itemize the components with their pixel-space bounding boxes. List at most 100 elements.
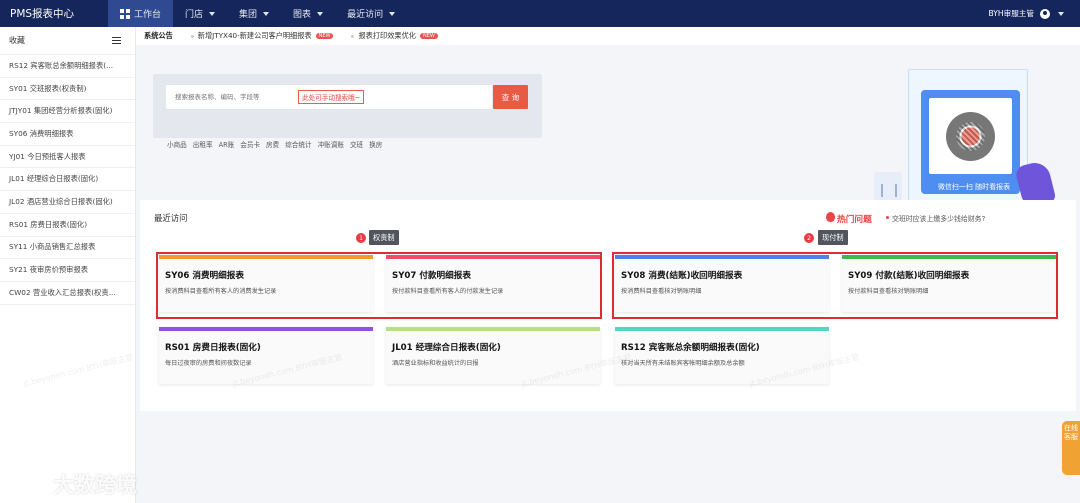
- report-card-description: 按付款科目查看核对销账明细: [848, 288, 929, 295]
- quick-link[interactable]: 冲账调账: [318, 139, 344, 149]
- nav-workbench[interactable]: 工作台: [108, 0, 174, 27]
- new-badge: NEW: [419, 33, 438, 39]
- search-box: 此处可手动搜索哦~: [166, 85, 492, 109]
- quick-link[interactable]: 小商品: [167, 139, 187, 149]
- user-menu[interactable]: BYH审服主管: [988, 8, 1080, 19]
- online-service-button[interactable]: 在线客服: [1062, 421, 1080, 475]
- app-brand: PMS报表中心: [10, 8, 75, 20]
- favorite-item[interactable]: SY06 消费明细报表: [0, 123, 135, 146]
- badge-number: 1: [356, 233, 366, 243]
- accrual-tag: 权责制: [369, 230, 399, 245]
- chevron-down-icon: [1058, 11, 1064, 16]
- logo-symbol-icon: [8, 472, 47, 496]
- report-card-description: 酒店营业指标和收益统计的日报: [392, 360, 479, 367]
- favorite-item[interactable]: JTJY01 集团经营分析报表(固化): [0, 100, 135, 124]
- notice-dot-icon: [351, 34, 355, 38]
- notice-dot-icon: [190, 34, 194, 38]
- favorite-item[interactable]: SY11 小商品销售汇总报表: [0, 237, 135, 260]
- recent-title: 最近访问: [154, 213, 188, 223]
- new-badge: NEW: [315, 33, 334, 39]
- chevron-down-icon: [263, 11, 270, 16]
- nav-group-label: 集团: [239, 10, 258, 20]
- report-card-title: RS12 宾客账总余额明细报表(固化): [621, 343, 760, 353]
- report-card-description: 按消费科目查看核对销账明细: [621, 288, 702, 295]
- report-card-title: SY06 消费明细报表: [165, 271, 244, 281]
- favorites-header: 收藏: [0, 27, 135, 55]
- quick-link[interactable]: 出租率: [193, 139, 213, 149]
- notice-text: 新增JTYX40-新建公司客户明细报表: [197, 31, 312, 40]
- notice-item[interactable]: 报表打印效果优化 NEW: [351, 31, 438, 41]
- report-card[interactable]: SY07 付款明细报表 按付款科目查看所有客人的付款发生记录: [386, 255, 600, 312]
- flame-icon: [826, 212, 835, 222]
- wechat-qr-code: [946, 112, 995, 161]
- report-card-description: 每日过夜审的房费和间夜数记录: [165, 360, 252, 367]
- bottom-logo: 大数跨境: [8, 469, 137, 499]
- phone-screen: [929, 98, 1012, 174]
- nav-charts-label: 图表: [293, 10, 312, 20]
- nav-recent[interactable]: 最近访问: [335, 0, 407, 27]
- recent-visits-section: 最近访问 热门问题 交班时应该上缴多少钱给财务? 1 权责制 2 现付制 SY0…: [140, 200, 1076, 411]
- badge-number: 2: [804, 233, 814, 243]
- search-hero: 此处可手动搜索哦~ 查 询 小商品 出租率 AR账 会员卡 房费 综合统计 冲账…: [140, 47, 1076, 215]
- favorite-item[interactable]: JL01 经理综合日报表(固化): [0, 168, 135, 192]
- favorite-item[interactable]: RS01 房费日报表(固化): [0, 214, 135, 237]
- chevron-down-icon: [317, 11, 324, 16]
- wechat-promo-card: 微信扫一扫 随时看报表: [874, 69, 1057, 215]
- quick-link[interactable]: AR账: [219, 139, 235, 149]
- quick-search-links: 小商品 出租率 AR账 会员卡 房费 综合统计 冲账调账 交班 换房: [167, 139, 382, 149]
- favorites-title: 收藏: [9, 36, 25, 45]
- nav-recent-label: 最近访问: [347, 10, 384, 20]
- report-card-title: JL01 经理综合日报表(固化): [392, 343, 501, 353]
- favorites-sidebar: 收藏 RS12 宾客账总余额明细报表(... SY01 交班报表(权责制) JT…: [0, 27, 136, 503]
- user-avatar-icon: [1040, 8, 1050, 19]
- favorite-item[interactable]: SY21 夜审房价预审报表: [0, 259, 135, 282]
- search-hint: 此处可手动搜索哦~: [298, 90, 365, 104]
- main-workbench: 系统公告 新增JTYX40-新建公司客户明细报表 NEW 报表打印效果优化 NEW …: [136, 27, 1080, 503]
- favorite-item[interactable]: YJ01 今日预抵客人报表: [0, 146, 135, 169]
- report-card-description: 按付款科目查看所有客人的付款发生记录: [392, 288, 504, 295]
- chevron-down-icon: [389, 11, 396, 16]
- quick-link[interactable]: 换房: [369, 139, 382, 149]
- logo-text: 大数跨境: [53, 473, 137, 497]
- collapse-menu-icon[interactable]: [112, 37, 121, 44]
- cash-tag: 现付制: [818, 230, 848, 245]
- search-button[interactable]: 查 询: [493, 85, 528, 109]
- report-card-title: SY08 消费(结账)收回明细报表: [621, 271, 743, 281]
- hot-questions-title: 热门问题: [837, 215, 872, 225]
- notice-item[interactable]: 新增JTYX40-新建公司客户明细报表 NEW: [190, 31, 334, 41]
- quick-link[interactable]: 综合统计: [285, 139, 311, 149]
- report-card[interactable]: SY06 消费明细报表 按消费科目查看所有客人的消费发生记录: [159, 255, 373, 312]
- favorite-item[interactable]: RS12 宾客账总余额明细报表(...: [0, 55, 135, 78]
- nav-stores[interactable]: 门店: [173, 0, 227, 27]
- report-card[interactable]: SY09 付款(结账)收回明细报表 按付款科目查看核对销账明细: [842, 255, 1056, 312]
- report-card-title: RS01 房费日报表(固化): [165, 343, 261, 353]
- promo-text: 微信扫一扫 随时看报表: [937, 183, 1011, 191]
- notice-text: 报表打印效果优化: [358, 31, 416, 40]
- report-card-title: SY07 付款明细报表: [392, 271, 471, 281]
- nav-charts[interactable]: 图表: [281, 0, 335, 27]
- report-card[interactable]: SY08 消费(结账)收回明细报表 按消费科目查看核对销账明细: [615, 255, 829, 312]
- quick-link[interactable]: 会员卡: [240, 139, 260, 149]
- nav-stores-label: 门店: [185, 10, 204, 20]
- report-card-description: 按消费科目查看所有客人的消费发生记录: [165, 288, 277, 295]
- favorite-item[interactable]: CW02 营业收入汇总报表(权责...: [0, 282, 135, 305]
- nav-workbench-label: 工作台: [134, 10, 162, 20]
- hot-question-dot-icon: [886, 216, 889, 219]
- system-notice-bar: 系统公告 新增JTYX40-新建公司客户明细报表 NEW 报表打印效果优化 NEW: [136, 27, 1080, 45]
- hot-question-link[interactable]: 交班时应该上缴多少钱给财务?: [892, 213, 985, 223]
- quick-link[interactable]: 房费: [266, 139, 279, 149]
- search-panel: 此处可手动搜索哦~ 查 询 小商品 出租率 AR账 会员卡 房费 综合统计 冲账…: [153, 74, 542, 149]
- top-navigation-bar: PMS报表中心 工作台 门店 集团 图表 最近访问 BYH审服主管: [0, 0, 1080, 27]
- chevron-down-icon: [209, 11, 216, 16]
- favorite-item[interactable]: JL02 酒店营业综合日报表(固化): [0, 191, 135, 214]
- report-card-title: SY09 付款(结账)收回明细报表: [848, 271, 970, 281]
- search-input[interactable]: [175, 89, 288, 105]
- quick-link[interactable]: 交班: [350, 139, 363, 149]
- notice-title: 系统公告: [144, 31, 173, 40]
- workbench-icon: [120, 8, 130, 19]
- nav-group[interactable]: 集团: [227, 0, 281, 27]
- report-card-description: 核对当天所有未结账宾客帐明细余额及总余额: [621, 360, 745, 367]
- phone-illustration: 微信扫一扫 随时看报表: [921, 90, 1020, 194]
- favorite-item[interactable]: SY01 交班报表(权责制): [0, 78, 135, 101]
- user-name: BYH审服主管: [988, 9, 1034, 18]
